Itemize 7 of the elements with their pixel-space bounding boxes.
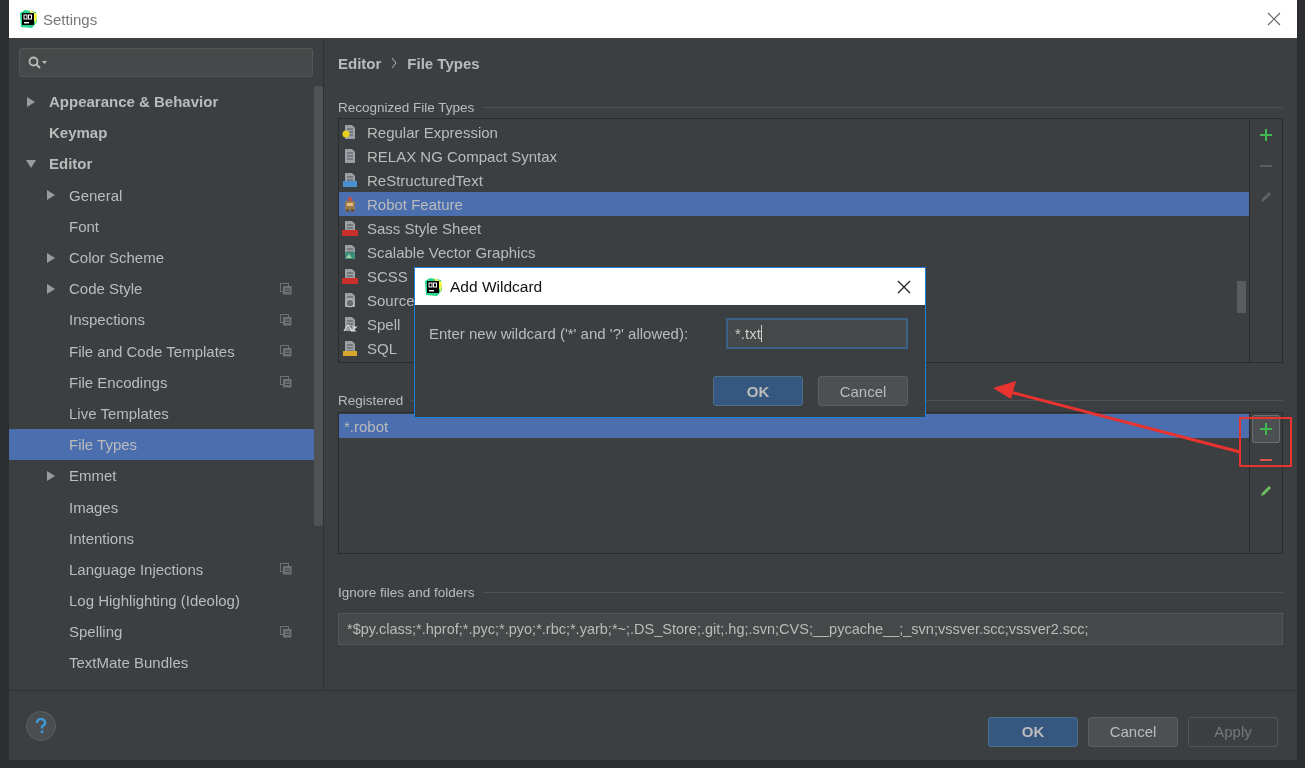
dialog-title: Add Wildcard (450, 277, 543, 296)
section-title: Recognized File Types (338, 99, 475, 115)
breadcrumb-item: File Types (407, 54, 480, 72)
window-title: Settings (43, 10, 98, 28)
prompt-label: Enter new wildcard ('*' and '?' allowed): (429, 325, 689, 342)
section-title: Registered (338, 392, 404, 408)
section-title: Ignore files and folders (338, 584, 475, 600)
